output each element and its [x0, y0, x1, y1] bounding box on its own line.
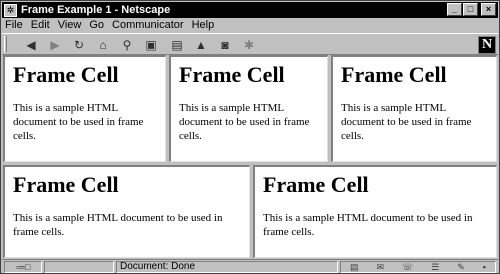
- close-button[interactable]: ×: [481, 3, 496, 16]
- frame-cell: Frame Cell This is a sample HTML documen…: [169, 55, 328, 162]
- netscape-app-icon[interactable]: ✲: [4, 3, 17, 17]
- menu-go[interactable]: Go: [85, 19, 108, 31]
- frame-cell: Frame Cell This is a sample HTML documen…: [3, 55, 166, 162]
- toolbar-grip[interactable]: [4, 36, 7, 52]
- search-icon[interactable]: ⚲: [118, 37, 136, 53]
- window-controls: _ □ ×: [447, 3, 496, 16]
- frame-heading: Frame Cell: [179, 62, 285, 87]
- netscape-guide-icon[interactable]: ▣: [142, 37, 160, 53]
- frame-heading: Frame Cell: [13, 62, 119, 87]
- menu-file[interactable]: File: [2, 19, 27, 31]
- reload-icon[interactable]: ↻: [70, 37, 88, 53]
- menu-view[interactable]: View: [54, 19, 86, 31]
- connection-status-icon[interactable]: ▫═□: [4, 261, 42, 273]
- print-icon[interactable]: ▤: [168, 37, 186, 53]
- frame-text: This is a sample HTML document to be use…: [341, 102, 472, 143]
- address-book-icon[interactable]: ☰: [431, 262, 439, 273]
- frame-text: This is a sample HTML document to be use…: [13, 212, 223, 239]
- menu-communicator[interactable]: Communicator: [108, 19, 188, 31]
- navigator-icon[interactable]: ▤: [350, 262, 359, 273]
- stop-icon[interactable]: ✱: [240, 37, 258, 53]
- browser-window: ✲ Frame Example 1 - Netscape _ □ × File …: [0, 0, 500, 274]
- back-icon[interactable]: ◀: [22, 37, 40, 53]
- navigation-toolbar: ◀ ▶ ↻ ⌂ ⚲ ▣ ▤ ▲ ◙ ✱ N: [2, 33, 498, 55]
- security-icon[interactable]: ▲: [192, 37, 210, 53]
- status-bar: ▫═□ Document: Done ▤ ✉ ☏ ☰ ✎ ▪: [2, 259, 498, 274]
- frame-heading: Frame Cell: [341, 62, 447, 87]
- frame-heading: Frame Cell: [263, 172, 369, 197]
- mail-icon[interactable]: ✉: [376, 262, 384, 273]
- component-bar: ▤ ✉ ☏ ☰ ✎ ▪: [340, 261, 496, 273]
- frame-text: This is a sample HTML document to be use…: [179, 102, 310, 143]
- shop-icon[interactable]: ◙: [216, 37, 234, 53]
- frame-text: This is a sample HTML document to be use…: [13, 102, 144, 143]
- status-text: Document: Done: [116, 261, 338, 273]
- window-title: Frame Example 1 - Netscape: [21, 4, 171, 16]
- discussion-icon[interactable]: ☏: [402, 262, 413, 273]
- home-icon[interactable]: ⌂: [94, 37, 112, 53]
- menu-bar: File Edit View Go Communicator Help: [2, 18, 498, 32]
- menu-edit[interactable]: Edit: [27, 19, 54, 31]
- progress-bar: [44, 261, 114, 273]
- frame-cell: Frame Cell This is a sample HTML documen…: [331, 55, 497, 162]
- frame-text: This is a sample HTML document to be use…: [263, 212, 473, 239]
- minimize-button[interactable]: _: [447, 3, 462, 16]
- frameset: Frame Cell This is a sample HTML documen…: [3, 55, 497, 258]
- forward-icon[interactable]: ▶: [46, 37, 64, 53]
- frame-cell: Frame Cell This is a sample HTML documen…: [3, 165, 250, 258]
- frame-heading: Frame Cell: [13, 172, 119, 197]
- frame-cell: Frame Cell This is a sample HTML documen…: [253, 165, 497, 258]
- title-bar[interactable]: ✲ Frame Example 1 - Netscape _ □ ×: [2, 2, 498, 18]
- maximize-button[interactable]: □: [463, 3, 478, 16]
- security-status-icon[interactable]: ▪: [483, 262, 486, 272]
- composer-icon[interactable]: ✎: [457, 262, 465, 273]
- menu-help[interactable]: Help: [188, 19, 219, 31]
- netscape-logo[interactable]: N: [478, 36, 496, 54]
